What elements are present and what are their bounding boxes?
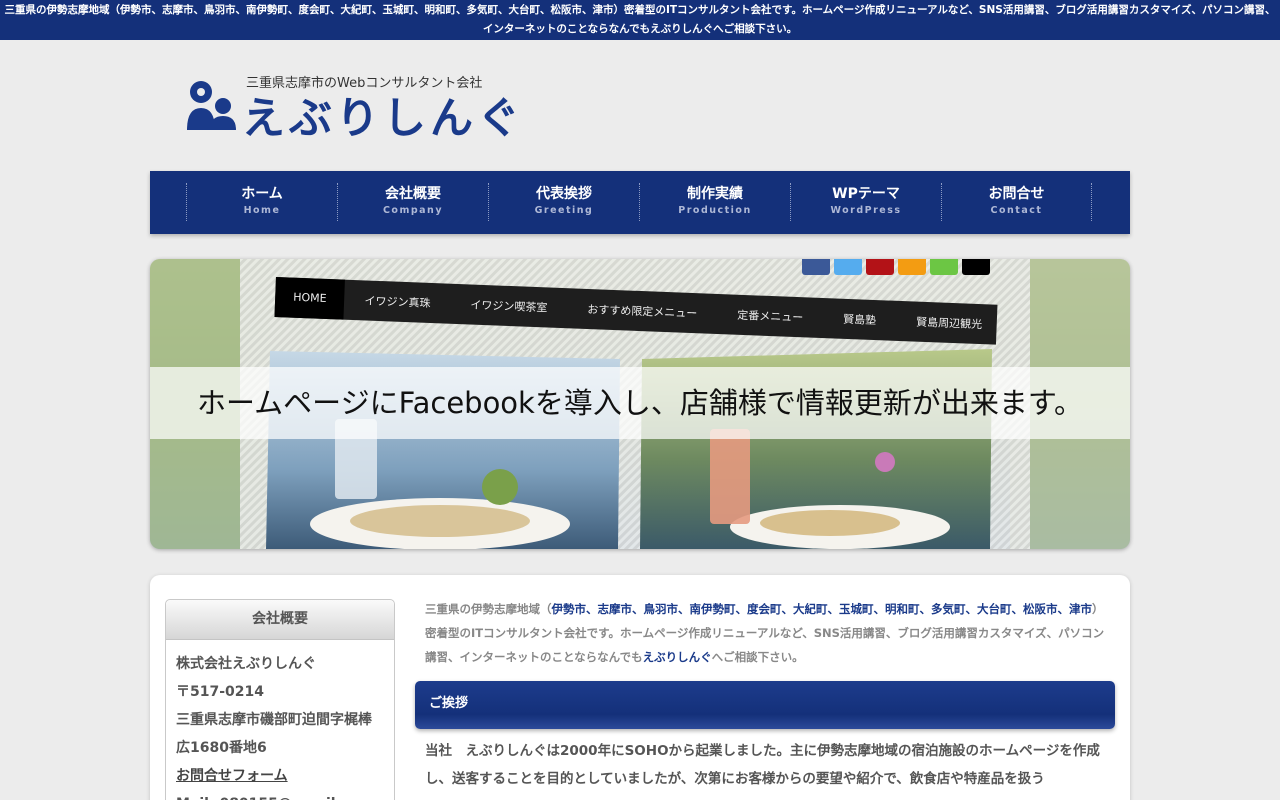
greeting-heading: ご挨拶 (415, 681, 1115, 729)
postal-code: 〒517-0214 (176, 684, 264, 700)
nav-item-sublabel: Greeting (534, 205, 594, 216)
nav-item-home[interactable]: ホーム Home (186, 183, 337, 221)
hero-slider[interactable]: HOME イワジン真珠 イワジン喫茶室 おすすめ限定メニュー 定番メニュー 賢島塾 賢島周辺… (150, 259, 1130, 549)
hero-caption: ホームページにFacebookを導入し、店舗様で情報更新が出来ます。 (150, 367, 1130, 439)
company-name: 株式会社えぶりしんぐ (176, 656, 316, 672)
nav-item-label: ホーム (241, 186, 283, 202)
mock-social-icons (802, 259, 990, 277)
global-nav: ホーム Home 会社概要 Company 代表挨拶 Greeting 制作実績 Produc… (150, 171, 1130, 234)
mail-address: Mail: 080155@gmail.com (176, 790, 384, 800)
mail-icon (930, 259, 958, 275)
site-description-bar: 三重県の伊勢志摩地域（伊勢市、志摩市、鳥羽市、南伊勢町、度会町、大紀町、玉城町、… (0, 0, 1280, 40)
mock-menu-item: 賢島周辺観光 (915, 315, 983, 332)
main-column: 三重県の伊勢志摩地域（伊勢市、志摩市、鳥羽市、南伊勢町、度会町、大紀町、玉城町、… (415, 597, 1115, 793)
mock-menu-item: HOME (274, 277, 346, 320)
facebook-icon (802, 259, 830, 275)
search-icon (962, 259, 990, 275)
contact-form-link[interactable]: お問合せフォーム (176, 762, 384, 790)
logo-name: えぶりしんぐ (242, 94, 524, 144)
nav-item-greeting[interactable]: 代表挨拶 Greeting (488, 183, 639, 221)
mock-menu-item: 賢島塾 (842, 312, 877, 328)
nav-item-sublabel: Home (243, 205, 281, 216)
twitter-icon (834, 259, 862, 275)
nav-item-label: 代表挨拶 (536, 186, 592, 202)
mock-menu-item: イワジン喫茶室 (470, 298, 548, 315)
mock-menu-item: イワジン真珠 (364, 294, 431, 310)
company-sidebar: 会社概要 株式会社えぶりしんぐ 〒517-0214 三重県志摩市磯部町迫間字梶棒… (165, 599, 395, 800)
nav-item-label: 会社概要 (385, 186, 441, 202)
nav-item-label: お問合せ (988, 186, 1045, 202)
intro-brand: えぶりしんぐ (642, 650, 712, 664)
sidebar-title: 会社概要 (166, 600, 394, 640)
address-line-1: 三重県志摩市磯部町迫間字梶棒 (176, 712, 372, 728)
youtube-icon (866, 259, 894, 275)
nav-item-contact[interactable]: お問合せ Contact (941, 183, 1092, 221)
nav-item-company[interactable]: 会社概要 Company (337, 183, 488, 221)
content-area: 会社概要 株式会社えぶりしんぐ 〒517-0214 三重県志摩市磯部町迫間字梶棒… (150, 575, 1130, 800)
greeting-text: 当社 えぶりしんぐは2000年にSOHOから起業しました。主に伊勢志摩地域の宿泊… (425, 743, 1100, 787)
nav-item-sublabel: Contact (990, 205, 1043, 216)
site-logo[interactable]: 三重県志摩市のWebコンサルタント会社 えぶりしんぐ (186, 70, 520, 144)
address-line-2: 広1680番地6 (176, 740, 267, 756)
mock-menu-item: 定番メニュー (736, 308, 804, 325)
nav-item-sublabel: WordPress (830, 205, 902, 216)
site-description-text: 三重県の伊勢志摩地域（伊勢市、志摩市、鳥羽市、南伊勢町、度会町、大紀町、玉城町、… (4, 4, 1276, 35)
rss-icon (898, 259, 926, 275)
nav-item-sublabel: Company (382, 205, 444, 216)
nav-item-label: WPテーマ (832, 186, 900, 202)
intro-suffix: へご相談下さい。 (711, 650, 804, 664)
nav-item-production[interactable]: 制作実績 Production (639, 183, 790, 221)
intro-prefix: 三重県の伊勢志摩地域（ (425, 602, 552, 616)
nav-item-label: 制作実績 (687, 186, 743, 202)
intro-cities: 伊勢市、志摩市、鳥羽市、南伊勢町、度会町、大紀町、玉城町、明和町、多気町、大台町… (551, 602, 1093, 616)
mock-menu-item: おすすめ限定メニュー (587, 302, 698, 321)
intro-text: 三重県の伊勢志摩地域（伊勢市、志摩市、鳥羽市、南伊勢町、度会町、大紀町、玉城町、… (415, 597, 1115, 669)
nav-item-wordpress[interactable]: WPテーマ WordPress (790, 183, 941, 221)
people-icon (187, 81, 236, 130)
nav-item-sublabel: Production (678, 205, 752, 216)
